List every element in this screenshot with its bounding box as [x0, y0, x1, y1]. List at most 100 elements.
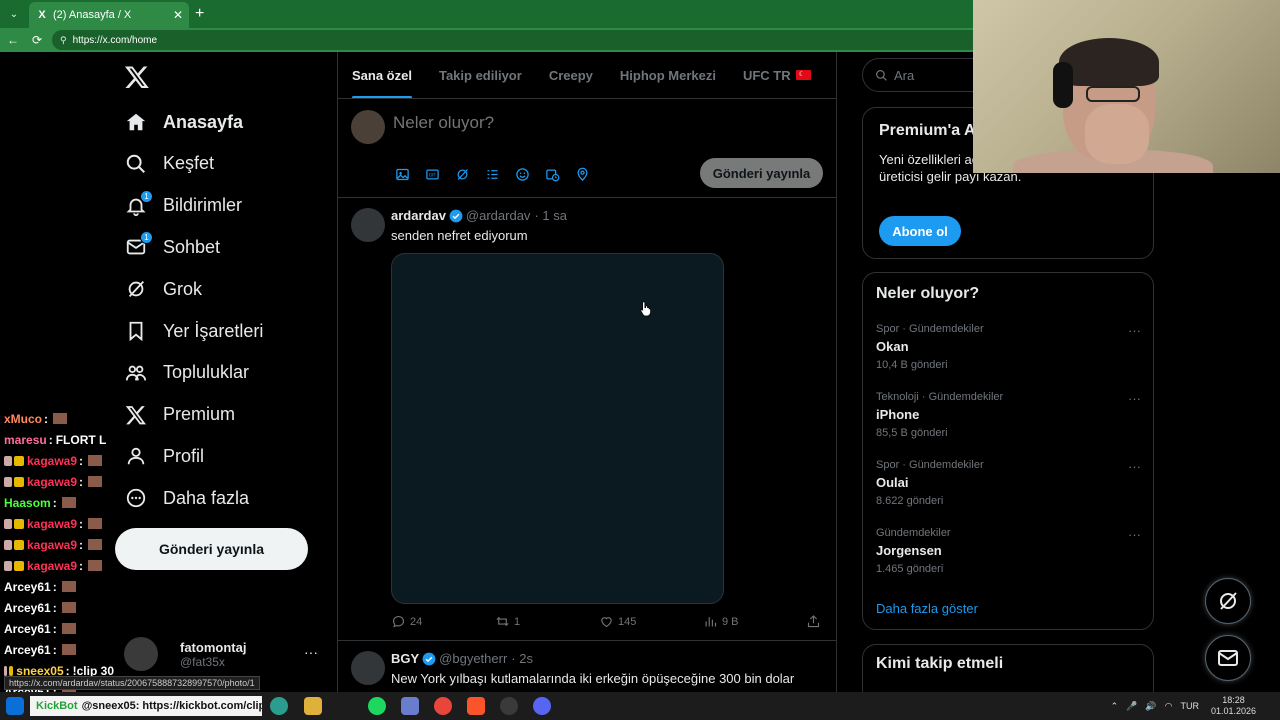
post-button[interactable]: Gönderi yayınla: [115, 528, 308, 570]
sidebar-item-grok[interactable]: Grok: [124, 269, 202, 309]
close-icon[interactable]: ✕: [173, 8, 183, 22]
avatar[interactable]: [351, 208, 385, 242]
tweet-time[interactable]: · 2s: [511, 651, 533, 666]
webcam-shape: [1059, 38, 1159, 86]
composer: GIF Gönderi yayınla: [338, 99, 836, 198]
chat-username: kagawa9: [27, 453, 78, 468]
tweet-author-handle[interactable]: @bgyetherr: [439, 651, 507, 666]
account-switcher[interactable]: fatomontaj @fat35x ···: [124, 634, 324, 674]
like-button[interactable]: 145: [599, 614, 636, 629]
share-button[interactable]: [806, 614, 825, 629]
address-bar[interactable]: ⚲ https://x.com/home: [52, 30, 982, 50]
brave-icon[interactable]: [467, 697, 485, 715]
trend-item[interactable]: Spor · Gündemdekiler Oulai 8.622 gönderi ··…: [876, 459, 1141, 507]
mic-icon[interactable]: 🎤: [1126, 701, 1137, 712]
composer-input[interactable]: [393, 113, 793, 133]
more-dots-icon[interactable]: ···: [1128, 459, 1141, 474]
composer-post-button[interactable]: Gönderi yayınla: [700, 158, 823, 188]
sidebar-item-search[interactable]: Keşfet: [124, 144, 214, 184]
tweet-author-handle[interactable]: @ardardav: [466, 208, 531, 223]
tweet-author-name[interactable]: BGY: [391, 651, 419, 666]
image-icon[interactable]: [394, 166, 410, 182]
turkey-flag-icon: [795, 70, 811, 80]
more-dots-icon[interactable]: ···: [304, 644, 318, 660]
folder-icon[interactable]: [304, 697, 322, 715]
tweet[interactable]: ardardav @ardardav · 1 sa senden nefret …: [338, 198, 836, 641]
sidebar-item-bookmark[interactable]: Yer İşaretleri: [124, 311, 263, 351]
obs-icon[interactable]: [500, 697, 518, 715]
chrome-icon[interactable]: [434, 697, 452, 715]
chat-emote-icon: [88, 455, 103, 466]
chat-separator: :: [48, 432, 53, 447]
subscribe-button[interactable]: Abone ol: [879, 216, 961, 246]
grok-fab-button[interactable]: [1205, 578, 1251, 624]
tweet-media[interactable]: [391, 253, 724, 604]
feed-tab[interactable]: Creepy: [549, 52, 593, 98]
spotify-icon[interactable]: [368, 697, 386, 715]
views-button[interactable]: 9 B: [703, 614, 739, 629]
grok-icon[interactable]: [454, 166, 470, 182]
feed-tab[interactable]: Takip ediliyor: [439, 52, 522, 98]
sidebar-item-x[interactable]: Premium: [124, 395, 235, 435]
site-info-icon[interactable]: ⚲: [60, 35, 67, 46]
chat-separator: :: [52, 600, 57, 615]
more-dots-icon[interactable]: ···: [1128, 527, 1141, 542]
schedule-icon[interactable]: [544, 166, 560, 182]
sidebar-item-label: Premium: [163, 404, 236, 425]
reply-button[interactable]: 24: [391, 614, 422, 629]
emoji-icon[interactable]: [514, 166, 530, 182]
chat-message: kagawa9:: [4, 534, 114, 555]
back-arrow-icon[interactable]: ←: [2, 29, 24, 51]
tweet-author-name[interactable]: ardardav: [391, 208, 446, 223]
reload-icon[interactable]: ⟳: [26, 29, 48, 51]
sidebar-item-mail[interactable]: 1 Sohbet: [124, 227, 220, 267]
sidebar-item-label: Sohbet: [163, 236, 221, 257]
sidebar-item-bell[interactable]: 1 Bildirimler: [124, 186, 242, 226]
retweet-icon: [496, 616, 509, 627]
avatar: [351, 110, 385, 144]
account-handle: @fat35x: [180, 654, 225, 669]
language-indicator[interactable]: TUR: [1180, 701, 1199, 711]
clock[interactable]: 18:28 01.01.2026: [1211, 695, 1256, 717]
chat-separator: :: [79, 474, 84, 489]
sidebar-item-person[interactable]: Profil: [124, 436, 204, 476]
webcam-overlay: [973, 0, 1280, 173]
show-more-link[interactable]: Daha fazla göster: [876, 601, 978, 616]
trend-item[interactable]: Teknoloji · Gündemdekiler iPhone 85,5 B gö…: [876, 391, 1141, 439]
trend-item[interactable]: Spor · Gündemdekiler Okan 10,4 B gönderi ··…: [876, 323, 1141, 371]
more-dots-icon[interactable]: ···: [1128, 391, 1141, 406]
messages-fab-button[interactable]: [1205, 635, 1251, 681]
trend-item[interactable]: Gündemdekiler Jorgensen 1.465 gönderi ···: [876, 527, 1141, 575]
stream-chat-overlay: xMuco: maresu: FLORT Lkagawa9: kagawa9: Haas…: [4, 408, 114, 702]
feed-tab[interactable]: Sana özel: [352, 52, 412, 98]
browser-tab[interactable]: X (2) Anasayfa / X ✕: [29, 2, 189, 28]
new-tab-plus-icon[interactable]: +: [195, 5, 204, 23]
feed-tab[interactable]: UFC TR: [743, 52, 811, 98]
tab-list-chevron-icon[interactable]: ⌄: [3, 3, 25, 25]
avatar[interactable]: [351, 651, 385, 685]
tray-chevron-icon[interactable]: ⌃: [1111, 701, 1119, 712]
sidebar-item-more-circle[interactable]: Daha fazla: [124, 478, 249, 518]
system-tray: ⌃ 🎤 🔊 ◠ TUR 18:28 01.01.2026: [1103, 692, 1256, 720]
x-logo-icon[interactable]: [124, 64, 150, 90]
more-circle-icon: [124, 486, 148, 510]
sidebar-item-home[interactable]: Anasayfa: [124, 102, 243, 142]
app-icon[interactable]: [270, 697, 288, 715]
wifi-icon[interactable]: ◠: [1165, 701, 1173, 712]
calculator-icon[interactable]: [401, 697, 419, 715]
sidebar-item-label: Topluluklar: [163, 362, 250, 383]
avatar: [124, 637, 158, 671]
tweet-time[interactable]: · 1 sa: [534, 208, 567, 223]
gif-icon[interactable]: GIF: [424, 166, 440, 182]
volume-icon[interactable]: 🔊: [1145, 701, 1156, 712]
discord-icon[interactable]: [533, 697, 551, 715]
more-dots-icon[interactable]: ···: [1128, 323, 1141, 338]
windows-start-icon[interactable]: [6, 697, 24, 715]
sidebar-item-communities[interactable]: Topluluklar: [124, 353, 249, 393]
feed-tab[interactable]: Hiphop Merkezi: [620, 52, 716, 98]
bookmark-icon: [124, 319, 148, 343]
poll-icon[interactable]: [484, 166, 500, 182]
location-icon[interactable]: [574, 166, 590, 182]
retweet-button[interactable]: 1: [495, 614, 520, 629]
chat-username: Haasom: [4, 495, 51, 510]
